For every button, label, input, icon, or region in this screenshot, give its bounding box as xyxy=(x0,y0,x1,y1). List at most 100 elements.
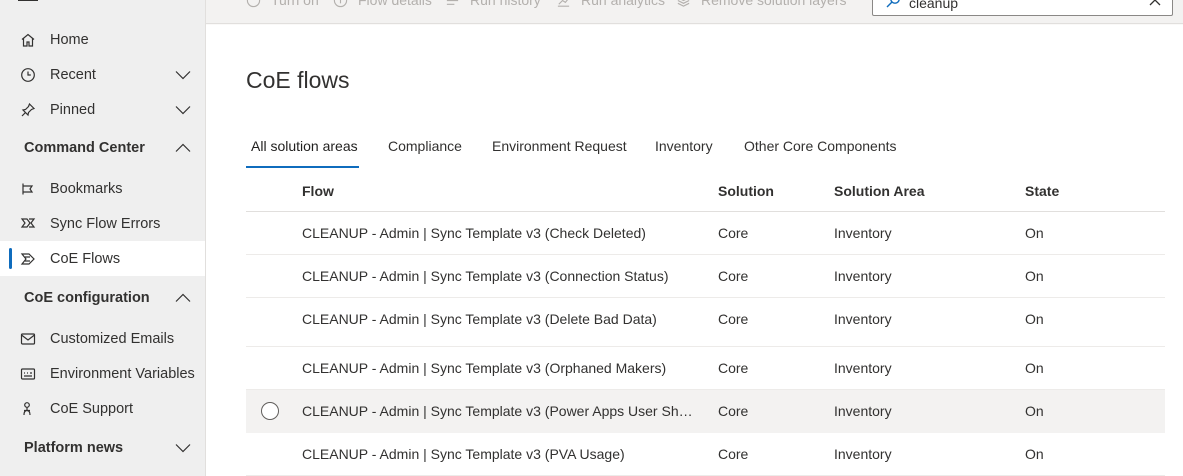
hamburger-menu-icon[interactable] xyxy=(18,0,38,6)
sidebar-item-label: Recent xyxy=(50,66,96,83)
tab-all-solution-areas[interactable]: All solution areas xyxy=(251,137,358,167)
column-header-solution-area[interactable]: Solution Area xyxy=(834,183,925,199)
cell-flow[interactable]: CLEANUP - Admin | Sync Template v3 (Orph… xyxy=(302,360,702,376)
group-label: Platform news xyxy=(24,439,124,456)
info-icon xyxy=(333,0,348,7)
sidebar-item-home[interactable]: Home xyxy=(0,22,205,57)
bookmarks-icon xyxy=(20,181,36,197)
sidebar-item-label: Home xyxy=(50,31,89,48)
sidebar-item-label: Bookmarks xyxy=(50,180,123,197)
sidebar-item-recent[interactable]: Recent xyxy=(0,57,205,92)
cell-state: On xyxy=(1025,403,1044,419)
history-icon xyxy=(446,0,459,5)
turn-on-button[interactable]: Turn on xyxy=(246,0,319,8)
group-command-center[interactable]: Command Center xyxy=(0,130,205,165)
flow-details-button[interactable]: Flow details xyxy=(333,0,432,8)
mail-icon xyxy=(20,331,36,347)
sidebar-item-label: Pinned xyxy=(50,101,96,118)
chevron-down-icon[interactable] xyxy=(175,440,191,456)
sidebar-item-sync-flow-errors[interactable]: Sync Flow Errors xyxy=(0,206,205,241)
column-header-solution[interactable]: Solution xyxy=(718,183,774,199)
cell-solution: Core xyxy=(718,268,749,284)
sidebar-item-customized-emails[interactable]: Customized Emails xyxy=(0,321,205,356)
table-row[interactable]: CLEANUP - Admin | Sync Template v3 (Powe… xyxy=(246,390,1165,433)
cell-solution-area: Inventory xyxy=(834,225,892,241)
cell-state: On xyxy=(1025,268,1044,284)
cell-solution-area: Inventory xyxy=(834,360,892,376)
search-box xyxy=(872,0,1173,16)
cell-flow[interactable]: CLEANUP - Admin | Sync Template v3 (Dele… xyxy=(302,311,702,327)
analytics-icon xyxy=(557,0,570,7)
table-row[interactable]: CLEANUP - Admin | Sync Template v3 (Chec… xyxy=(246,212,1165,255)
layers-icon xyxy=(677,0,690,7)
flow-tag-icon xyxy=(20,251,36,267)
search-input[interactable] xyxy=(909,0,1139,13)
clock-icon xyxy=(20,67,36,83)
table-row[interactable]: CLEANUP - Admin | Sync Template v3 (PVA … xyxy=(246,433,1165,476)
group-coe-configuration[interactable]: CoE configuration xyxy=(0,280,205,315)
sidebar-item-label: Customized Emails xyxy=(50,330,175,347)
group-label: CoE configuration xyxy=(24,289,150,306)
chevron-down-icon[interactable] xyxy=(175,102,191,118)
power-icon xyxy=(246,0,261,7)
tab-compliance[interactable]: Compliance xyxy=(388,137,462,167)
run-history-label: Run history xyxy=(470,0,541,8)
close-icon[interactable] xyxy=(1148,0,1162,7)
remove-solution-layers-button[interactable]: Remove solution layers xyxy=(676,0,847,8)
cell-state: On xyxy=(1025,311,1044,327)
turn-on-label: Turn on xyxy=(271,0,319,8)
cell-solution: Core xyxy=(718,446,749,462)
page-title: CoE flows xyxy=(246,67,350,93)
cell-solution: Core xyxy=(718,360,749,376)
run-analytics-label: Run analytics xyxy=(581,0,666,8)
row-select-radio[interactable] xyxy=(261,402,279,420)
sidebar-item-label: Environment Variables xyxy=(50,365,195,382)
sidebar-item-coe-flows[interactable]: CoE Flows xyxy=(0,241,205,276)
support-icon xyxy=(20,401,36,417)
sidebar: Home Recent Pinned Command Center Bookma… xyxy=(0,0,206,476)
chevron-up-icon[interactable] xyxy=(175,290,191,306)
cell-solution: Core xyxy=(718,403,749,419)
cell-solution: Core xyxy=(718,311,749,327)
cell-flow[interactable]: CLEANUP - Admin | Sync Template v3 (Chec… xyxy=(302,225,702,241)
column-header-flow[interactable]: Flow xyxy=(302,183,334,199)
sidebar-item-pinned[interactable]: Pinned xyxy=(0,92,205,127)
flow-icon xyxy=(20,216,36,232)
home-icon xyxy=(20,32,36,48)
chevron-up-icon[interactable] xyxy=(175,140,191,156)
sidebar-item-coe-support[interactable]: CoE Support xyxy=(0,391,205,426)
variable-icon xyxy=(20,366,36,382)
chevron-down-icon[interactable] xyxy=(175,67,191,83)
cell-flow[interactable]: CLEANUP - Admin | Sync Template v3 (PVA … xyxy=(302,446,702,462)
cell-solution-area: Inventory xyxy=(834,446,892,462)
command-bar: Turn on Flow details Run history Run ana… xyxy=(206,0,1183,24)
cell-solution-area: Inventory xyxy=(834,311,892,327)
group-platform-news[interactable]: Platform news xyxy=(0,430,205,465)
main-content: CoE flows All solution areas Compliance … xyxy=(206,25,1183,476)
cell-flow[interactable]: CLEANUP - Admin | Sync Template v3 (Conn… xyxy=(302,268,702,284)
cell-flow[interactable]: CLEANUP - Admin | Sync Template v3 (Powe… xyxy=(302,403,696,419)
selected-tab-indicator xyxy=(246,166,359,168)
tab-inventory[interactable]: Inventory xyxy=(655,137,713,167)
sidebar-item-label: CoE Flows xyxy=(50,250,121,267)
tab-environment-request[interactable]: Environment Request xyxy=(492,137,627,167)
group-label: Command Center xyxy=(24,139,145,156)
search-icon xyxy=(886,0,900,8)
table-row[interactable]: CLEANUP - Admin | Sync Template v3 (Conn… xyxy=(246,255,1165,298)
table-row[interactable]: CLEANUP - Admin | Sync Template v3 (Dele… xyxy=(246,298,1165,347)
column-header-state[interactable]: State xyxy=(1025,183,1059,199)
sidebar-item-label: Sync Flow Errors xyxy=(50,215,161,232)
run-analytics-button[interactable]: Run analytics xyxy=(556,0,665,8)
run-history-button[interactable]: Run history xyxy=(445,0,541,8)
cell-state: On xyxy=(1025,446,1044,462)
sidebar-item-environment-variables[interactable]: Environment Variables xyxy=(0,356,205,391)
sidebar-item-bookmarks[interactable]: Bookmarks xyxy=(0,171,205,206)
table-row[interactable]: CLEANUP - Admin | Sync Template v3 (Orph… xyxy=(246,347,1165,390)
cell-state: On xyxy=(1025,360,1044,376)
cell-state: On xyxy=(1025,225,1044,241)
pin-icon xyxy=(20,102,36,118)
tab-other-core-components[interactable]: Other Core Components xyxy=(744,137,897,167)
cell-solution-area: Inventory xyxy=(834,268,892,284)
cell-solution-area: Inventory xyxy=(834,403,892,419)
sidebar-item-label: CoE Support xyxy=(50,400,134,417)
